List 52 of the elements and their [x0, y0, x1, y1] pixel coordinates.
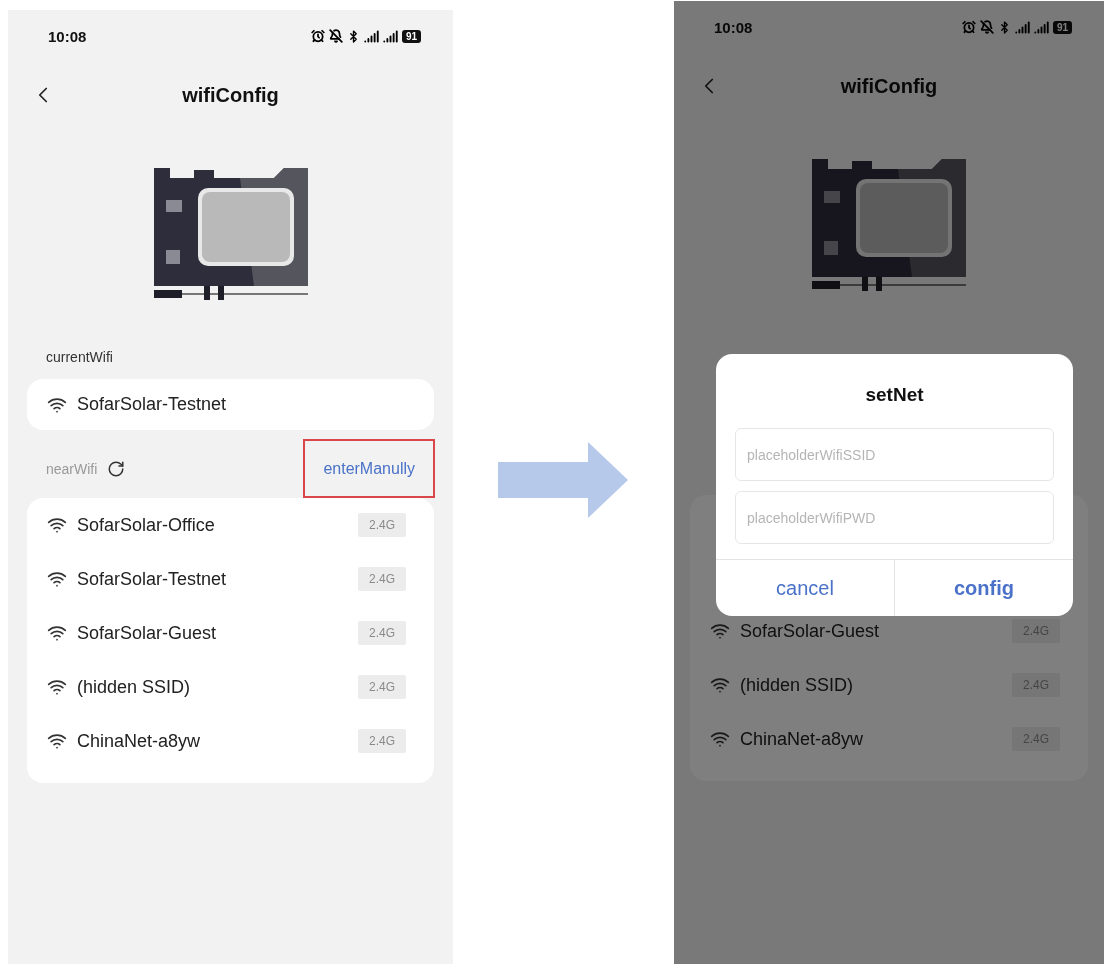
page-title: wifiConfig — [182, 83, 279, 107]
wifi-list-item[interactable]: SofarSolar-Guest 2.4G — [27, 606, 434, 660]
section-label: currentWifi — [46, 349, 113, 365]
battery-indicator: 91 — [1052, 20, 1072, 34]
wifi-name: ChinaNet-a8yw — [740, 728, 864, 750]
band-badge: 2.4G — [358, 675, 406, 699]
wifi-name: SofarSolar-Testnet — [77, 394, 227, 415]
signal-icon — [363, 28, 379, 44]
dialog-title: setNet — [864, 384, 925, 406]
wifi-icon — [47, 515, 67, 535]
battery-indicator: 91 — [401, 29, 421, 43]
wifi-list-item[interactable]: SofarSolar-Testnet 2.4G — [27, 552, 434, 606]
page-title: wifiConfig — [840, 74, 938, 98]
band-badge: 2.4G — [358, 513, 406, 537]
status-time: 10:08 — [48, 27, 87, 45]
wifi-name: (hidden SSID) — [740, 674, 854, 696]
wifi-name: ChinaNet-a8yw — [77, 730, 201, 752]
section-label: nearWifi — [46, 460, 98, 477]
arrow-icon — [498, 442, 628, 518]
wifi-name: SofarSolar-Guest — [740, 620, 880, 642]
bell-off-icon — [979, 20, 994, 34]
confirm-button[interactable]: config — [894, 560, 1073, 616]
band-badge: 2.4G — [358, 621, 406, 645]
band-badge: 2.4G — [358, 729, 406, 753]
alarm-icon — [961, 20, 976, 34]
wifi-name: SofarSolar-Office — [77, 514, 215, 536]
status-time: 10:08 — [714, 18, 753, 36]
wifi-icon — [47, 569, 67, 589]
band-badge: 2.4G — [358, 567, 406, 591]
wifi-list-item[interactable]: (hidden SSID) 2.4G — [27, 660, 434, 714]
wifi-icon — [710, 675, 730, 695]
current-wifi-card[interactable]: SofarSolar-Testnet — [27, 379, 434, 430]
signal-icon — [1033, 19, 1049, 35]
enter-manually-link[interactable]: enterManully — [303, 439, 435, 498]
wifi-name: SofarSolar-Testnet — [77, 568, 227, 590]
wifi-list-item[interactable]: ChinaNet-a8yw 2.4G — [27, 714, 434, 768]
wifi-icon — [47, 623, 67, 643]
wifi-list-item[interactable]: SofarSolar-Office 2.4G — [27, 498, 434, 552]
wifi-icon — [710, 621, 730, 641]
signal-icon — [382, 28, 398, 44]
alarm-icon — [310, 29, 325, 43]
wifi-name: SofarSolar-Guest — [77, 622, 217, 644]
input-field[interactable]: placeholderWifiSSID — [735, 428, 1054, 481]
bell-off-icon — [328, 29, 343, 43]
wifi-icon — [47, 731, 67, 751]
cancel-button[interactable]: cancel — [716, 560, 894, 616]
wifi-icon — [710, 729, 730, 749]
wifi-name: (hidden SSID) — [77, 676, 191, 698]
input-field[interactable]: placeholderWifiPWD — [735, 491, 1054, 544]
signal-icon — [1014, 19, 1030, 35]
wifi-icon — [47, 677, 67, 697]
refresh-icon[interactable] — [107, 459, 126, 478]
